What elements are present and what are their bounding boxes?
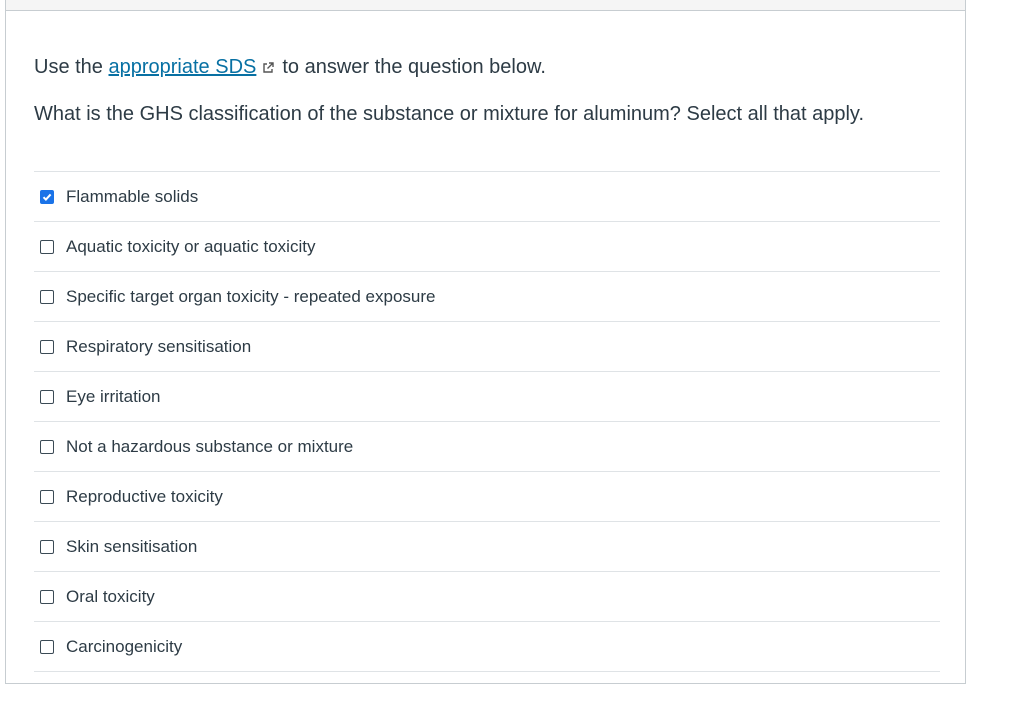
- answer-label: Aquatic toxicity or aquatic toxicity: [66, 236, 316, 256]
- intro-before: Use the: [34, 56, 103, 78]
- answer-option[interactable]: Carcinogenicity: [34, 622, 940, 672]
- previous-question-panel: [5, 0, 966, 11]
- checkbox[interactable]: [40, 339, 54, 354]
- answer-label: Oral toxicity: [66, 586, 155, 606]
- answer-label: Specific target organ toxicity - repeate…: [66, 286, 436, 306]
- checkbox[interactable]: [40, 489, 54, 504]
- checkbox[interactable]: [40, 539, 54, 554]
- intro-text: Use the appropriate SDS to answer the que…: [34, 53, 546, 82]
- answer-option[interactable]: Reproductive toxicity: [34, 472, 940, 522]
- checkbox[interactable]: [40, 639, 54, 654]
- answer-option[interactable]: Aquatic toxicity or aquatic toxicity: [34, 222, 940, 272]
- sds-link[interactable]: appropriate SDS: [109, 56, 257, 78]
- checkbox[interactable]: [40, 439, 54, 454]
- answer-label: Not a hazardous substance or mixture: [66, 436, 354, 456]
- checkbox[interactable]: [40, 189, 54, 204]
- answer-list: Flammable solids Aquatic toxicity or aqu…: [34, 171, 940, 672]
- answer-label: Flammable solids: [66, 186, 199, 206]
- external-link-icon: [262, 54, 275, 82]
- checkbox[interactable]: [40, 239, 54, 254]
- answer-label: Carcinogenicity: [66, 636, 183, 656]
- answer-option[interactable]: Respiratory sensitisation: [34, 322, 940, 372]
- answer-option[interactable]: Not a hazardous substance or mixture: [34, 422, 940, 472]
- checkbox[interactable]: [40, 389, 54, 404]
- checkbox[interactable]: [40, 289, 54, 304]
- answer-label: Skin sensitisation: [66, 536, 198, 556]
- checkbox[interactable]: [40, 589, 54, 604]
- answer-label: Reproductive toxicity: [66, 486, 223, 506]
- intro-after: to answer the question below.: [282, 56, 546, 78]
- answer-option[interactable]: Specific target organ toxicity - repeate…: [34, 272, 940, 322]
- question-text: What is the GHS classification of the su…: [34, 103, 864, 125]
- answer-option[interactable]: Flammable solids: [34, 172, 940, 222]
- answer-option[interactable]: Oral toxicity: [34, 572, 940, 622]
- answer-option[interactable]: Skin sensitisation: [34, 522, 940, 572]
- answer-option[interactable]: Eye irritation: [34, 372, 940, 422]
- question-panel: Use the appropriate SDS to answer the que…: [5, 11, 966, 684]
- answer-label: Respiratory sensitisation: [66, 336, 252, 356]
- answer-label: Eye irritation: [66, 386, 161, 406]
